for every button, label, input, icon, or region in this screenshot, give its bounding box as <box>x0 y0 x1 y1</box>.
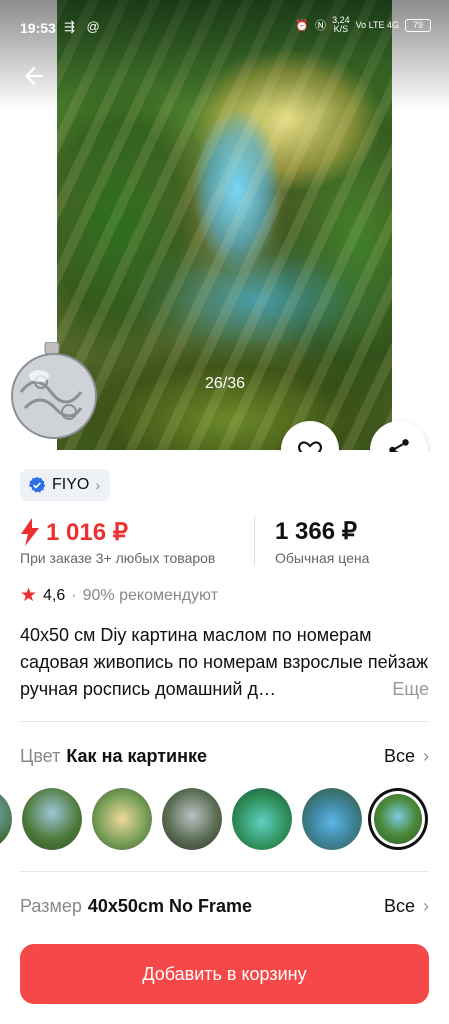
chevron-right-icon: › <box>423 745 429 766</box>
color-swatch-selected[interactable] <box>368 788 428 850</box>
chevron-right-icon: › <box>95 477 101 493</box>
gallery-counter: 26/36 <box>204 375 246 392</box>
status-time: 19:53 <box>20 20 56 36</box>
regular-price: 1 366 ₽ <box>275 518 357 545</box>
color-swatch[interactable] <box>0 788 12 850</box>
color-swatches <box>0 788 449 854</box>
divider <box>20 721 429 722</box>
recommend-text: 90% рекомендуют <box>82 586 219 604</box>
size-value: 40x50cm No Frame <box>87 895 252 916</box>
share-icon <box>389 439 409 452</box>
lightning-icon <box>21 518 39 546</box>
christmas-ornament-decoration <box>11 342 97 439</box>
promo-price-note: При заказе 3+ любых товаров <box>20 550 216 566</box>
regular-price-block: 1 366 ₽ Обычная цена <box>275 515 369 566</box>
heart-icon <box>298 441 322 452</box>
size-all-button[interactable]: Все › <box>384 896 429 917</box>
color-swatch[interactable] <box>22 788 82 850</box>
color-swatch[interactable] <box>162 788 222 850</box>
network-label: Vo LTE 4G <box>355 20 399 30</box>
more-link[interactable]: Еще <box>386 676 429 703</box>
color-swatch[interactable] <box>302 788 362 850</box>
battery-icon: 79 <box>405 18 431 32</box>
product-gallery[interactable]: 19:53 ⇶ @ ⏰ Ⓝ 3,24 K/S Vo LTE 4G 79 26/36 <box>0 0 449 452</box>
net-speed: 3,24 K/S <box>332 15 350 34</box>
regular-price-note: Обычная цена <box>275 550 370 566</box>
chevron-right-icon: › <box>423 895 429 916</box>
store-chip[interactable]: FIYO › <box>20 469 111 501</box>
status-notification-icons: ⇶ @ <box>64 19 104 34</box>
size-selector-row[interactable]: Размер 40x50cm No Frame Все › <box>20 891 429 921</box>
color-swatch[interactable] <box>92 788 152 850</box>
nfc-icon: Ⓝ <box>315 20 327 32</box>
rating-row[interactable]: ★ 4,6 · 90% рекомендуют <box>20 584 218 607</box>
color-selector-row[interactable]: Цвет Как на картинке Все › <box>20 741 429 771</box>
alarm-icon: ⏰ <box>295 19 310 32</box>
store-name: FIYO <box>52 476 90 493</box>
verified-badge-icon <box>28 476 46 493</box>
color-label: Цвет <box>20 745 61 766</box>
arrow-left-icon <box>24 66 44 86</box>
rating-value: 4,6 <box>43 586 66 604</box>
size-label: Размер <box>20 895 82 916</box>
price-section: 1 016 ₽ При заказе 3+ любых товаров 1 36… <box>20 515 429 575</box>
status-bar: 19:53 ⇶ @ ⏰ Ⓝ 3,24 K/S Vo LTE 4G 79 <box>0 0 449 56</box>
rating-separator: · <box>71 586 77 604</box>
promo-price-block: 1 016 ₽ При заказе 3+ любых товаров <box>20 515 215 566</box>
color-all-button[interactable]: Все › <box>384 746 429 767</box>
product-title: 40x50 см Diy картина маслом по номерам с… <box>20 622 429 703</box>
color-swatch[interactable] <box>232 788 292 850</box>
color-value: Как на картинке <box>66 745 208 766</box>
promo-price: 1 016 ₽ <box>46 518 128 546</box>
back-button[interactable] <box>20 62 52 94</box>
divider <box>20 871 429 872</box>
add-to-cart-button[interactable]: Добавить в корзину <box>20 944 429 1004</box>
star-icon: ★ <box>20 585 38 606</box>
